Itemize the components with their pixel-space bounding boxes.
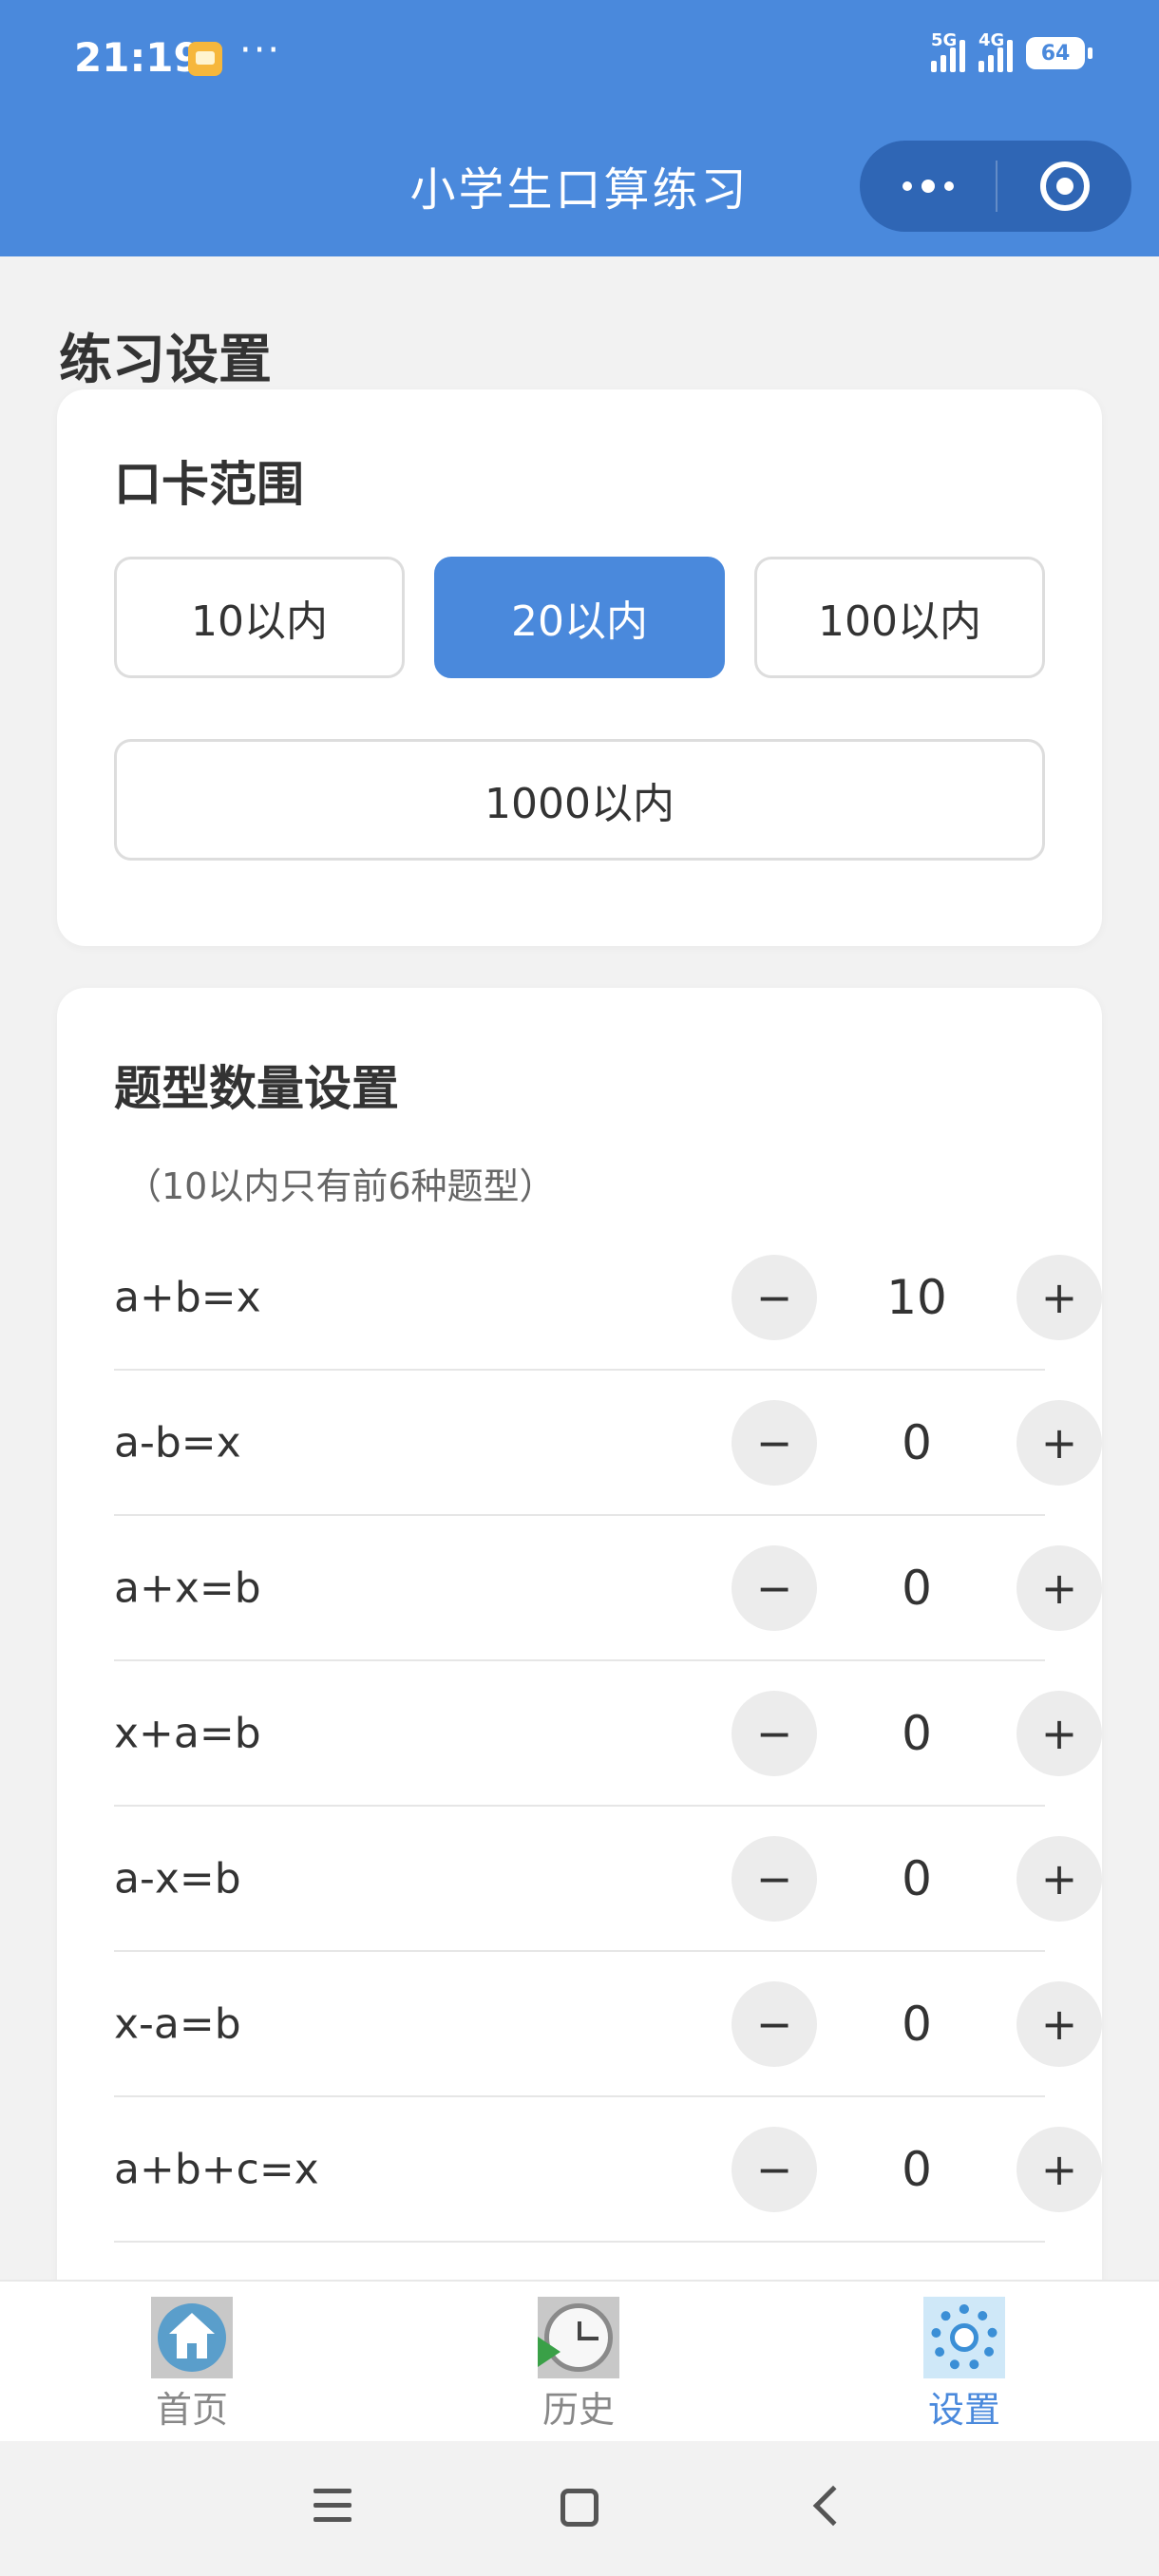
type-row: a-b=x − 0 + [114,1371,1102,1516]
increment-button[interactable]: + [1016,1980,1102,2067]
type-row: a+x=b − 0 + [114,1516,1102,1661]
signal-4g-label: 4G [978,30,1005,50]
home-icon [151,2297,233,2378]
type-count: 10 [886,1269,947,1325]
decrement-button[interactable]: − [732,1835,817,1922]
more-dots-icon[interactable] [860,180,996,193]
increment-button[interactable]: + [1016,1544,1102,1631]
type-count: 0 [902,2141,932,2197]
screen: 21:19 ··· 5G 4G 64 小学生口算练习 练习设置 口卡范围 10以… [0,0,1159,2576]
types-card-title: 题型数量设置 [114,1061,399,1116]
battery-icon: 64 [1026,37,1092,69]
home-square-icon[interactable] [560,2489,598,2527]
status-more-dots: ··· [239,28,282,72]
type-row: a+b+c=x − 0 + [114,2097,1102,2243]
type-count: 0 [902,1705,932,1761]
tab-bar: 首页 历史 设置 [0,2280,1159,2441]
target-icon[interactable] [998,161,1131,211]
type-expression: a+b=x [114,1273,261,1321]
type-count: 0 [902,1850,932,1906]
types-card: 题型数量设置 （10以内只有前6种题型） a+b=x − 10 + a-b=x … [57,988,1102,2318]
increment-button[interactable]: + [1016,1399,1102,1486]
tab-history-label: 历史 [542,2389,615,2431]
increment-button[interactable]: + [1016,1254,1102,1340]
type-count: 0 [902,1414,932,1470]
increment-button[interactable]: + [1016,1690,1102,1776]
range-card: 口卡范围 10以内 20以内 100以内 1000以内 [57,389,1102,946]
type-expression: a+b+c=x [114,2145,319,2193]
range-card-title: 口卡范围 [114,457,304,512]
type-row: a+b=x − 10 + [114,1225,1102,1371]
tab-history[interactable]: 历史 [484,2297,674,2433]
range-option-1000[interactable]: 1000以内 [114,739,1045,861]
back-chevron-icon[interactable] [812,2485,854,2527]
decrement-button[interactable]: − [732,1544,817,1631]
tab-settings[interactable]: 设置 [869,2297,1059,2433]
status-time: 21:19 [74,34,201,81]
section-title: 练习设置 [59,330,272,391]
decrement-button[interactable]: − [732,1980,817,2067]
range-option-20[interactable]: 20以内 [434,557,725,678]
type-expression: x+a=b [114,1709,261,1757]
increment-button[interactable]: + [1016,2126,1102,2212]
menu-icon[interactable] [314,2489,352,2527]
range-option-10[interactable]: 10以内 [114,557,405,678]
tab-settings-label: 设置 [927,2389,1000,2431]
type-count: 0 [902,1996,932,2052]
range-option-100[interactable]: 100以内 [754,557,1045,678]
miniprogram-capsule [860,141,1131,232]
increment-button[interactable]: + [1016,1835,1102,1922]
type-row: x-a=b − 0 + [114,1952,1102,2097]
tab-home-label: 首页 [155,2389,228,2431]
settings-gear-icon [923,2297,1005,2378]
type-expression: a-b=x [114,1418,241,1467]
type-expression: a+x=b [114,1563,261,1612]
header-bar: 21:19 ··· 5G 4G 64 小学生口算练习 [0,0,1159,256]
system-navigation-bar [0,2441,1159,2576]
types-card-note: （10以内只有前6种题型） [125,1165,556,1207]
type-row: a-x=b − 0 + [114,1807,1102,1952]
tab-home[interactable]: 首页 [97,2297,287,2433]
decrement-button[interactable]: − [732,2126,817,2212]
type-row: x+a=b − 0 + [114,1661,1102,1807]
decrement-button[interactable]: − [732,1399,817,1486]
decrement-button[interactable]: − [732,1690,817,1776]
signal-4g-icon: 4G [978,30,1013,72]
notification-app-icon [188,42,222,76]
history-clock-icon [538,2297,619,2378]
type-count: 0 [902,1560,932,1616]
signal-5g-icon: 5G [931,30,965,72]
decrement-button[interactable]: − [732,1254,817,1340]
type-expression: a-x=b [114,1854,241,1903]
signal-5g-label: 5G [931,30,958,50]
type-expression: x-a=b [114,1999,241,2048]
status-indicators: 5G 4G 64 [931,30,1092,72]
